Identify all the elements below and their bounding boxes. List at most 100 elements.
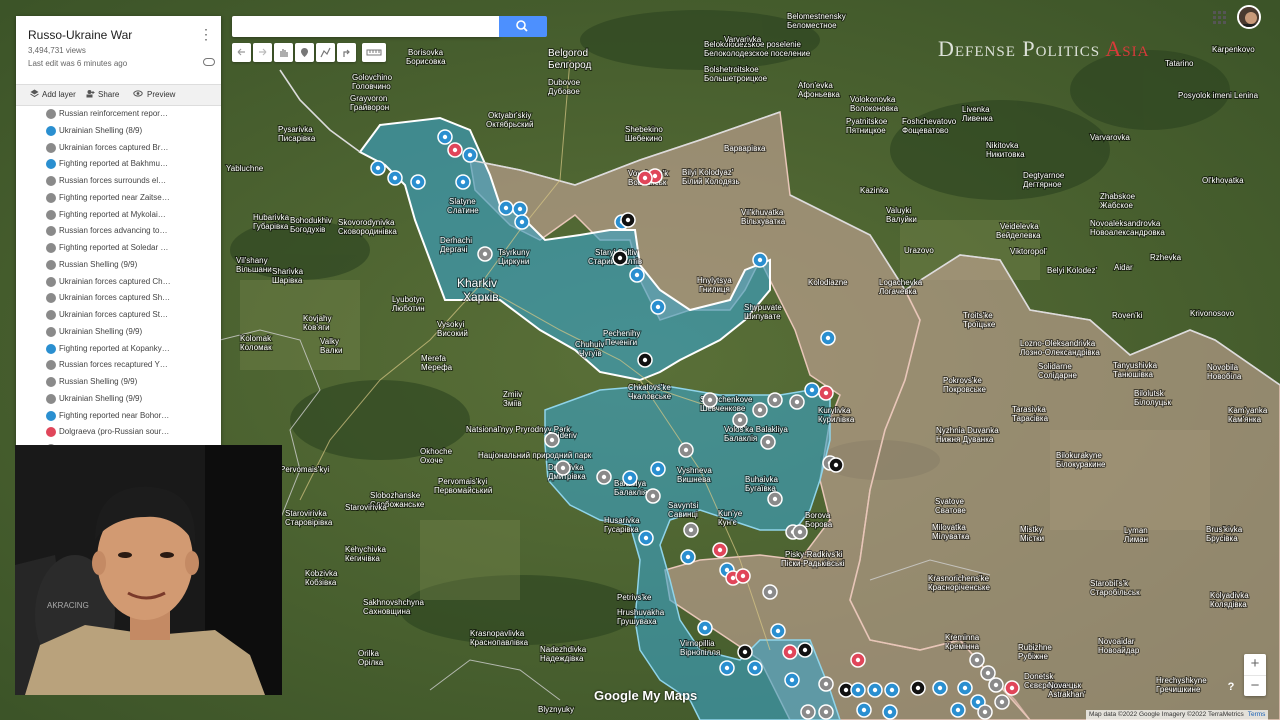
svg-text:Pechenihy: Pechenihy (603, 329, 640, 338)
layer-item[interactable]: Ukrainian forces captured Sh… (16, 290, 221, 307)
svg-text:Танюшівка: Танюшівка (1113, 370, 1154, 379)
layer-item[interactable]: Russian Shelling (9/9) (16, 374, 221, 391)
redo-button[interactable] (253, 43, 272, 62)
svg-text:Гнилиця: Гнилиця (699, 285, 730, 294)
undo-icon (237, 48, 245, 56)
map-tools (232, 43, 386, 62)
layer-item-label: Russian forces advancing to… (59, 226, 168, 236)
svg-text:Vysokyi: Vysokyi (437, 320, 464, 329)
layer-item[interactable]: Ukrainian Shelling (9/9) (16, 391, 221, 408)
svg-text:Білий Колодязь: Білий Колодязь (682, 177, 740, 186)
svg-text:Вейделевка: Вейделевка (996, 231, 1041, 240)
event-marker-glyph (982, 709, 988, 715)
layer-item[interactable]: Fighting reported at Soledar … (16, 240, 221, 257)
event-marker-glyph (685, 554, 691, 560)
webcam-overlay: AKRACING (15, 445, 282, 695)
svg-text:Лиман: Лиман (1124, 535, 1148, 544)
add-layer-button[interactable]: Add layer (30, 89, 76, 99)
svg-text:Lozno-Oleksandrivka: Lozno-Oleksandrivka (1020, 339, 1096, 348)
svg-text:Mistky: Mistky (1020, 525, 1043, 534)
layer-item[interactable]: Dolgraeva (pro-Russian sour… (16, 424, 221, 441)
svg-text:Kehychivka: Kehychivka (345, 545, 386, 554)
svg-text:Belyi Kolodez': Belyi Kolodez' (1047, 266, 1097, 275)
layer-item[interactable]: Fighting reported at Kopanky… (16, 341, 221, 358)
apps-grid-icon[interactable] (1213, 11, 1227, 25)
terms-link[interactable]: Terms (1248, 711, 1266, 718)
svg-text:Кобзівка: Кобзівка (305, 578, 337, 587)
layer-item-label: Ukrainian Shelling (8/9) (59, 125, 143, 135)
svg-text:Високий: Високий (437, 329, 468, 338)
layer-item-label: Russian Shelling (9/9) (59, 377, 138, 386)
layer-item[interactable]: Fighting reported at Bakhmu… (16, 156, 221, 173)
svg-text:Skovorodynivka: Skovorodynivka (338, 218, 395, 227)
layer-item[interactable]: Fighting reported near Zaitse… (16, 190, 221, 207)
svg-text:Starovirivka: Starovirivka (345, 503, 387, 512)
help-button[interactable]: ? (1224, 680, 1238, 694)
svg-text:Donetsk: Donetsk (1024, 672, 1054, 681)
svg-text:Nikitovka: Nikitovka (986, 141, 1019, 150)
svg-text:Posyolok imeni Lenina: Posyolok imeni Lenina (1178, 91, 1259, 100)
svg-text:Tatarino: Tatarino (1165, 59, 1194, 68)
svg-text:Сковородинівка: Сковородинівка (338, 227, 397, 236)
event-icon (46, 276, 56, 287)
svg-text:Sakhnovshchyna: Sakhnovshchyna (363, 598, 424, 607)
svg-text:Borova: Borova (805, 511, 831, 520)
account-avatar[interactable] (1237, 5, 1261, 29)
event-marker-glyph (757, 407, 763, 413)
svg-text:Грушуваха: Грушуваха (617, 617, 657, 626)
svg-text:Starobil's'k: Starobil's'k (1090, 579, 1129, 588)
pan-hand-button[interactable] (274, 43, 293, 62)
layer-item[interactable]: Russian Shelling (9/9) (16, 257, 221, 274)
layer-item[interactable]: Ukrainian forces captured Br… (16, 140, 221, 157)
svg-text:Харків: Харків (463, 290, 499, 304)
layer-item[interactable]: Ukrainian Shelling (9/9) (16, 324, 221, 341)
svg-text:Krasnorichens'ke: Krasnorichens'ke (928, 574, 990, 583)
event-marker-glyph (655, 466, 661, 472)
add-person-icon (86, 90, 95, 98)
svg-text:Троїцьке: Троїцьке (963, 320, 996, 329)
search-input[interactable] (232, 16, 499, 37)
svg-text:Karpenkovo: Karpenkovo (1212, 45, 1255, 54)
layer-item-label: Russian reinforcement repor… (59, 109, 168, 118)
add-marker-button[interactable] (295, 43, 314, 62)
brand-main: Defense Politics (938, 36, 1101, 61)
svg-text:Беломестное: Беломестное (787, 21, 837, 30)
layer-item[interactable]: Russian forces surrounds el… (16, 173, 221, 190)
layer-item[interactable]: Ukrainian forces captured St… (16, 307, 221, 324)
svg-text:Шебекино: Шебекино (625, 134, 663, 143)
zoom-out-button[interactable]: − (1244, 675, 1266, 696)
svg-text:Kurylivka: Kurylivka (818, 406, 851, 415)
preview-label: Preview (147, 90, 176, 99)
layer-item[interactable]: Ukrainian Shelling (8/9) (16, 123, 221, 140)
draw-line-button[interactable] (316, 43, 335, 62)
svg-text:Kazinka: Kazinka (860, 186, 889, 195)
zoom-in-button[interactable]: + (1244, 654, 1266, 675)
layer-item[interactable]: Russian forces advancing to… (16, 223, 221, 240)
layer-item[interactable]: Fighting reported at Mykolai… (16, 207, 221, 224)
layer-item[interactable]: Russian forces recaptured Y… (16, 357, 221, 374)
layer-item[interactable]: Ukrainian forces captured Ch… (16, 274, 221, 291)
draw-line-icon (320, 47, 331, 58)
svg-text:Новоалександровка: Новоалександровка (1090, 228, 1165, 237)
layer-item-label: Fighting reported at Bakhmu… (59, 159, 168, 169)
map-title[interactable]: Russo-Ukraine War (28, 28, 132, 42)
undo-button[interactable] (232, 43, 251, 62)
event-marker-glyph (823, 681, 829, 687)
layer-item-label: Ukrainian forces captured Br… (59, 142, 169, 152)
share-button[interactable]: Share (86, 89, 119, 99)
svg-text:Надеждівка: Надеждівка (540, 654, 584, 663)
directions-button[interactable] (337, 43, 356, 62)
search-button[interactable] (499, 16, 547, 37)
layer-item[interactable]: Russian reinforcement repor… (16, 106, 221, 123)
event-marker-glyph (503, 205, 509, 211)
measure-button[interactable] (362, 43, 386, 62)
svg-text:Бугаївка: Бугаївка (745, 484, 776, 493)
layer-item[interactable]: Fighting reported near Bohor… (16, 408, 221, 425)
more-options-icon[interactable]: ⋮ (199, 26, 213, 43)
preview-button[interactable]: Preview (132, 89, 175, 99)
event-marker-glyph (825, 335, 831, 341)
svg-text:Degtyarnoe: Degtyarnoe (1023, 171, 1065, 180)
svg-text:Мілуватка: Мілуватка (932, 532, 970, 541)
event-marker-glyph (482, 251, 488, 257)
svg-text:Grayvoron: Grayvoron (350, 94, 387, 103)
